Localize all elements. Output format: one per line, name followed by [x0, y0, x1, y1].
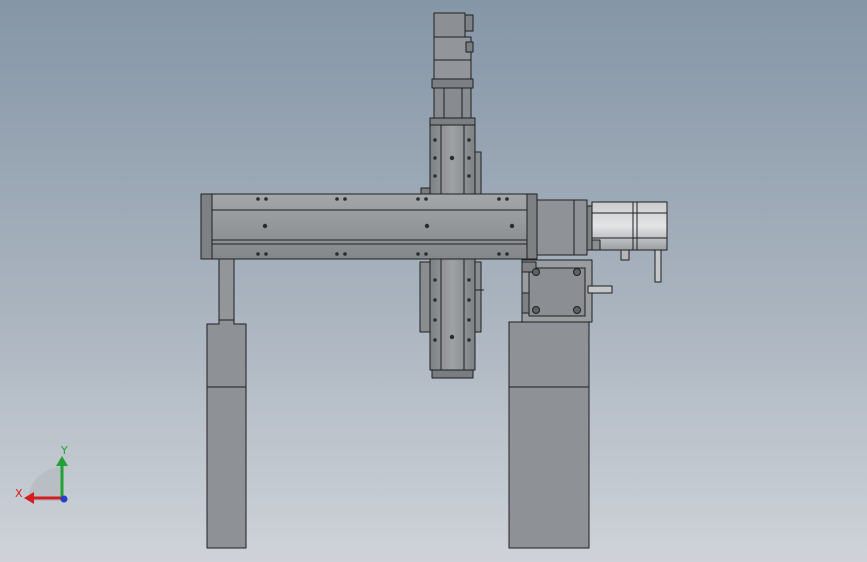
horizontal-beam[interactable]: [200, 193, 538, 260]
coordinate-triad: Y X: [15, 444, 68, 504]
x-axis-label: X: [15, 487, 23, 500]
right-support-column[interactable]: [508, 321, 590, 549]
cad-viewport[interactable]: Y X: [0, 0, 867, 562]
gantry-assembly-drawing: Y X: [15, 12, 668, 549]
left-support-column[interactable]: [206, 257, 247, 549]
gearbox[interactable]: [521, 259, 613, 323]
z-axis-motor[interactable]: [429, 12, 476, 126]
y-axis-label: Y: [60, 444, 68, 457]
